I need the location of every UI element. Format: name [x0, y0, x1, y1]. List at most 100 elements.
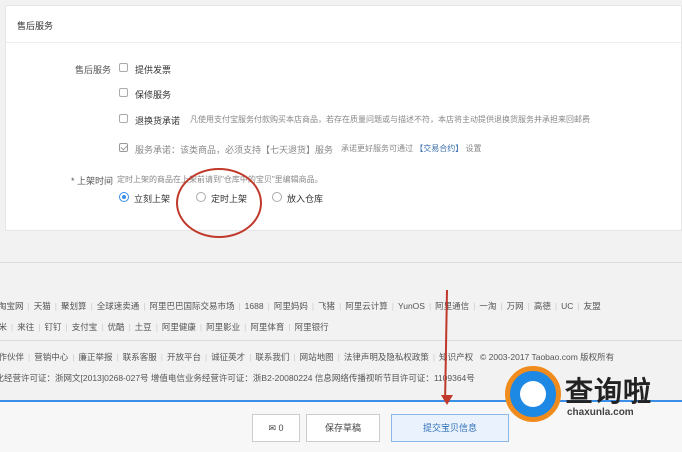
footer-divider-2	[0, 340, 682, 341]
list-now-radio[interactable]	[119, 192, 129, 202]
red-circle-annotation	[176, 168, 262, 238]
submit-item-button[interactable]: 提交宝贝信息	[391, 414, 509, 442]
link-separator: |	[54, 301, 57, 311]
footer-link[interactable]: 优酷	[107, 322, 124, 332]
link-separator: |	[72, 352, 75, 362]
list-now-label[interactable]: 立刻上架	[134, 192, 170, 205]
footer-link[interactable]: 飞猪	[318, 301, 335, 311]
footer-link[interactable]: 联系客服	[123, 352, 157, 362]
link-separator: |	[311, 301, 315, 311]
link-separator: |	[143, 301, 146, 311]
footer-link[interactable]: 阿里妈妈	[274, 301, 308, 311]
panel-title: 售后服务	[17, 21, 54, 31]
link-separator: |	[28, 352, 31, 362]
return-promise-desc: 凡使用支付宝服务付款购买本店商品，若存在质量问题或与描述不符，本店将主动提供退换…	[190, 115, 590, 124]
trade-contract-link[interactable]: 【交易合约】	[415, 144, 463, 153]
footer-link[interactable]: 虾米	[0, 322, 7, 332]
service-note-text: 承诺更好服务可通过	[341, 144, 413, 153]
after-sale-panel: 售后服务 售后服务 提供发票 保修服务 退换货承诺 凡使用支付宝服务付款购买本店…	[5, 5, 682, 231]
footer-link[interactable]: 聚划算	[61, 301, 87, 311]
watermark-title: 查询啦	[565, 376, 653, 407]
link-separator: |	[391, 301, 395, 311]
magnifier-icon	[505, 366, 561, 422]
link-separator: |	[238, 301, 241, 311]
link-separator: |	[38, 322, 41, 332]
footer-link[interactable]: UC	[561, 301, 573, 311]
link-separator: |	[199, 322, 203, 332]
footer-link[interactable]: 万网	[507, 301, 524, 311]
footer-link[interactable]: 合作伙伴	[0, 352, 24, 362]
footer-link[interactable]: 阿里银行	[295, 322, 329, 332]
link-separator: |	[293, 352, 296, 362]
footer-link[interactable]: 阿里云计算	[345, 301, 388, 311]
footer-links-row2: 虾米|来往|钉钉|支付宝|优酷|土豆|阿里健康|阿里影业|阿里体育|阿里银行	[0, 321, 682, 333]
save-draft-button[interactable]: 保存草稿	[306, 414, 380, 442]
warehouse-radio[interactable]	[272, 192, 282, 202]
footer-link[interactable]: 友盟	[584, 301, 601, 311]
footer-link[interactable]: 一淘	[479, 301, 496, 311]
footer-link[interactable]: 土豆	[135, 322, 152, 332]
after-sale-label: 售后服务	[74, 65, 111, 75]
footer-link[interactable]: 网站地图	[300, 352, 334, 362]
mail-icon: ✉	[268, 423, 276, 433]
footer-link[interactable]: 阿里健康	[162, 322, 196, 332]
seven-day-return-label: 服务承诺：该类商品，必须支持【七天退货】服务	[135, 145, 334, 155]
link-separator: |	[267, 301, 270, 311]
footer-link[interactable]: 阿里巴巴国际交易市场	[149, 301, 234, 311]
red-arrow-head	[441, 395, 453, 405]
footer-link[interactable]: 1688	[245, 301, 264, 311]
link-separator: |	[339, 301, 342, 311]
service-note: 承诺更好服务可通过 【交易合约】 设置	[341, 143, 481, 154]
return-promise-checkbox[interactable]	[119, 114, 128, 123]
footer-link[interactable]: 高德	[534, 301, 551, 311]
divider	[6, 42, 681, 43]
footer-link[interactable]: 诚征英才	[211, 352, 245, 362]
footer-link[interactable]: 阿里通信	[435, 301, 469, 311]
link-separator: |	[428, 301, 432, 311]
copyright: © 2003-2017 Taobao.com 版权所有	[480, 352, 615, 362]
footer-link[interactable]: 联系我们	[255, 352, 289, 362]
footer-link[interactable]: 法律声明及隐私权政策	[344, 352, 429, 362]
invoice-label[interactable]: 提供发票	[135, 63, 171, 76]
service-note-end: 设置	[465, 144, 482, 153]
footer-link[interactable]: 阿里影业	[206, 322, 240, 332]
link-separator: |	[288, 322, 291, 332]
footer-link[interactable]: 淘宝网	[0, 301, 24, 311]
mail-count: 0	[278, 423, 284, 433]
footer-link[interactable]: 支付宝	[72, 322, 98, 332]
footer-links-row1: 淘宝网 | 天猫 | 聚划算 | 全球速卖通 | 阿里巴巴国际交易市场 | 1688 | 阿里妈妈 | 飞猪…	[0, 300, 682, 312]
warehouse-label[interactable]: 放入仓库	[287, 192, 323, 205]
invoice-checkbox[interactable]	[119, 63, 128, 72]
footer-link[interactable]: 开放平台	[167, 352, 201, 362]
footer-link[interactable]: 阿里体育	[250, 322, 284, 332]
link-separator: |	[500, 301, 503, 311]
return-promise-label[interactable]: 退换货承诺	[135, 114, 180, 127]
link-separator: |	[244, 322, 247, 332]
link-separator: |	[527, 301, 530, 311]
link-separator: |	[155, 322, 158, 332]
seven-day-return-checkbox	[119, 143, 128, 152]
link-separator: |	[577, 301, 580, 311]
warranty-label[interactable]: 保修服务	[135, 88, 171, 101]
link-separator: |	[65, 322, 68, 332]
footer-link[interactable]: 天猫	[34, 301, 51, 311]
link-separator: |	[90, 301, 93, 311]
link-separator: |	[249, 352, 252, 362]
link-separator: |	[116, 352, 119, 362]
mail-button[interactable]: ✉ 0	[252, 414, 300, 442]
footer-link[interactable]: 全球速卖通	[97, 301, 140, 311]
footer-link[interactable]: 营销中心	[34, 352, 68, 362]
footer-link[interactable]: 来往	[17, 322, 34, 332]
footer-divider	[0, 262, 682, 263]
link-separator: |	[473, 301, 476, 311]
watermark-logo: 查询啦 chaxunla.com	[505, 366, 682, 428]
link-separator: |	[27, 301, 30, 311]
footer-link[interactable]: 廉正举报	[78, 352, 112, 362]
warranty-checkbox[interactable]	[119, 88, 128, 97]
footer-link[interactable]: 钉钉	[44, 322, 61, 332]
link-separator: |	[160, 352, 163, 362]
link-separator: |	[204, 352, 208, 362]
link-separator: |	[101, 322, 104, 332]
footer-link[interactable]: YunOS	[398, 301, 425, 311]
link-separator: |	[337, 352, 340, 362]
